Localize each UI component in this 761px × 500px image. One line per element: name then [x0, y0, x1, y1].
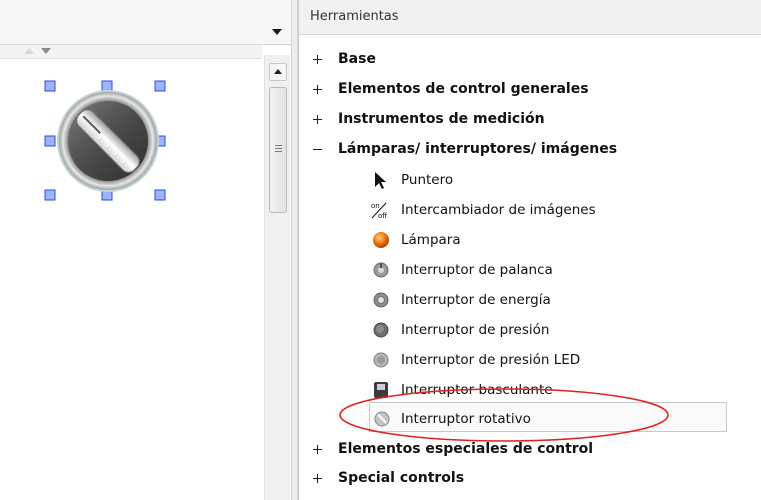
tool-power-switch[interactable]: Interruptor de energía — [299, 284, 761, 314]
category-lamps-switches-images[interactable]: Lámparas/ interruptores/ imágenes — [299, 134, 761, 164]
vertical-scrollbar[interactable] — [264, 55, 290, 500]
category-base[interactable]: Base — [299, 44, 761, 74]
power-switch-icon — [373, 292, 389, 308]
category-label: Lámparas/ interruptores/ imágenes — [338, 141, 618, 157]
toggle-switch-icon — [373, 262, 389, 278]
tool-label: Interruptor de presión — [401, 322, 550, 338]
off-glyph: off — [378, 212, 387, 220]
expand-plus-icon[interactable] — [312, 84, 323, 95]
tool-label: Puntero — [401, 172, 454, 188]
expand-plus-icon[interactable] — [312, 54, 323, 65]
scroll-grip-icon — [275, 145, 282, 153]
category-label: Base — [338, 51, 376, 67]
tool-led-push-button[interactable]: Interruptor de presión LED — [299, 344, 761, 374]
tool-lamp[interactable]: Lámpara — [299, 224, 761, 254]
panel-title: Herramientas — [310, 9, 399, 24]
lamp-icon — [373, 232, 389, 248]
sort-up-icon[interactable] — [24, 48, 34, 54]
category-label: Elementos de control generales — [338, 81, 589, 97]
expand-plus-icon[interactable] — [312, 444, 323, 455]
design-canvas-pane — [0, 0, 291, 500]
expand-plus-icon[interactable] — [312, 473, 323, 484]
tool-image-switcher[interactable]: on off Intercambiador de imágenes — [299, 194, 761, 224]
expand-plus-icon[interactable] — [312, 114, 323, 125]
scroll-up-button[interactable] — [269, 63, 287, 81]
rotary-knob-control[interactable] — [40, 80, 180, 220]
collapse-minus-icon[interactable] — [312, 144, 323, 155]
led-push-button-icon — [373, 352, 389, 368]
tools-panel-header: Herramientas — [299, 0, 761, 35]
category-special-controls[interactable]: Special controls — [299, 463, 761, 493]
tool-pointer[interactable]: Puntero — [299, 164, 761, 194]
category-measuring-instruments[interactable]: Instrumentos de medición — [299, 104, 761, 134]
push-button-icon — [373, 322, 389, 338]
tool-label: Interruptor de palanca — [401, 262, 553, 278]
category-general-controls[interactable]: Elementos de control generales — [299, 74, 761, 104]
pointer-icon — [375, 172, 386, 189]
canvas-sort-bar — [0, 45, 262, 59]
tool-label: Lámpara — [401, 232, 461, 248]
pane-splitter[interactable] — [291, 0, 298, 500]
on-off-icon: on off — [371, 202, 387, 220]
tool-push-button[interactable]: Interruptor de presión — [299, 314, 761, 344]
sort-down-icon[interactable] — [41, 48, 51, 54]
category-label: Instrumentos de medición — [338, 111, 545, 127]
canvas-toolbar — [0, 0, 291, 45]
highlight-ellipse — [339, 388, 669, 442]
tool-label: Interruptor de presión LED — [401, 352, 581, 368]
tool-label: Intercambiador de imágenes — [401, 202, 596, 218]
tool-toggle-switch[interactable]: Interruptor de palanca — [299, 254, 761, 284]
tool-label: Interruptor de energía — [401, 292, 551, 308]
scroll-thumb[interactable] — [269, 87, 287, 213]
dropdown-arrow-icon[interactable] — [272, 29, 282, 35]
category-label: Special controls — [338, 470, 465, 486]
on-glyph: on — [371, 202, 380, 210]
